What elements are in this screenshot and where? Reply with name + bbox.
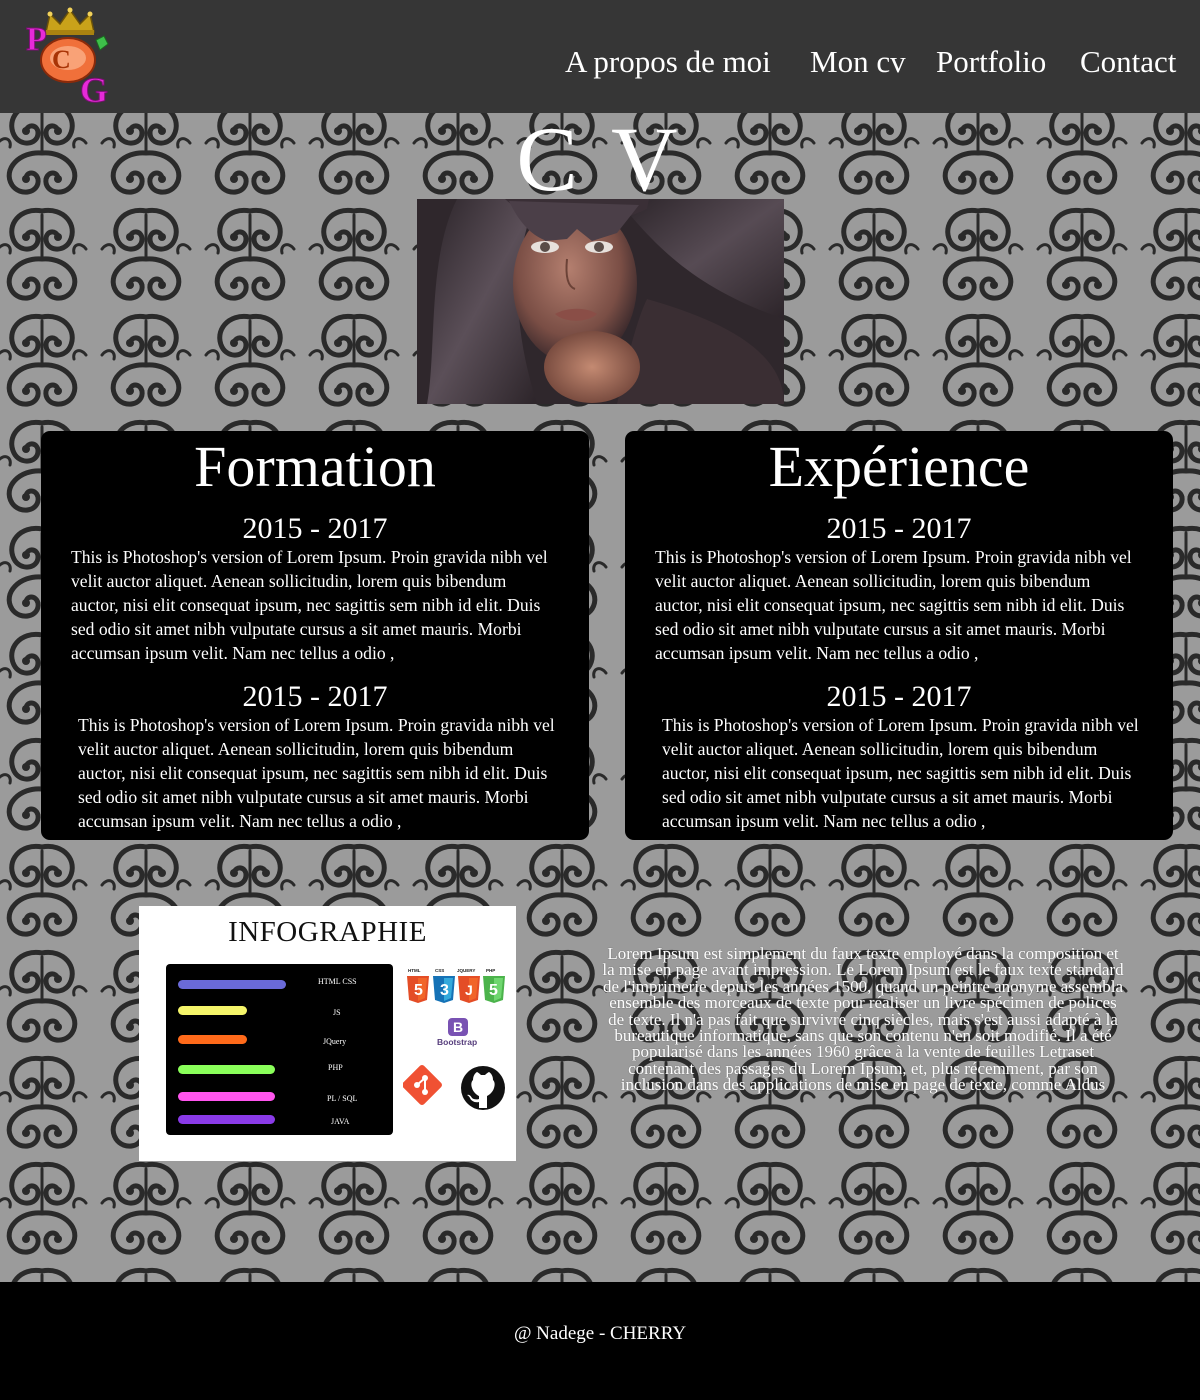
formation-title: Formation [194, 434, 436, 499]
footer: @ Nadege - CHERRY [0, 1282, 1200, 1400]
text-line: This is Photoshop's version of Lorem Ips… [78, 715, 555, 735]
skill-bar-jquery [178, 1035, 247, 1044]
main-nav: A propos de moi Mon cv Portfolio Contact [0, 0, 1200, 113]
php-icon: PHP 5 [483, 968, 505, 1003]
svg-text:J: J [465, 982, 473, 998]
text-line: This is Photoshop's version of Lorem Ips… [662, 715, 1139, 735]
text-line: This is Photoshop's version of Lorem Ips… [655, 547, 1132, 567]
text-line: This is Photoshop's version of Lorem Ips… [71, 547, 548, 567]
text-line: auctor, nisi elit consequat ipsum, nec s… [71, 595, 541, 615]
nav-link-mon-cv[interactable]: Mon cv [810, 46, 906, 77]
text-line: auctor, nisi elit consequat ipsum, nec s… [78, 763, 548, 783]
experience-entry-1-date: 2015 - 2017 [826, 512, 972, 545]
bootstrap-icon-label: Bootstrap [437, 1037, 477, 1047]
main-content: C V Formation 2015 - 2017 This is Photos… [0, 113, 1200, 1282]
bootstrap-icon: B Bootstrap [437, 1018, 477, 1047]
html5-icon: HTML 5 [407, 968, 429, 1003]
formation-entry-1-date: 2015 - 2017 [242, 512, 388, 545]
text-line: sed odio sit amet nibh vulputate cursus … [78, 787, 529, 807]
top-navigation-bar: P G C A propos de moi Mon cv Portfolio C… [0, 0, 1200, 113]
text-line: accumsan ipsum velit. Nam nec tellus a o… [655, 643, 979, 663]
skill-label-jquery: JQuery [323, 1037, 347, 1046]
experience-entry-2-text: This is Photoshop's version of Lorem Ips… [662, 713, 1162, 833]
infographie-title: INFOGRAPHIE [228, 916, 427, 948]
formation-entry-2-date: 2015 - 2017 [242, 680, 388, 713]
css3-icon: CSS 3 [433, 968, 455, 1003]
skill-bar-java [178, 1115, 275, 1124]
jquery-icon-label: JQUERY [457, 968, 475, 973]
skill-label-java: JAVA [331, 1117, 350, 1126]
git-icon [403, 1065, 442, 1105]
svg-text:5: 5 [414, 982, 423, 999]
text-line: accumsan ipsum velit. Nam nec tellus a o… [662, 811, 986, 831]
svg-text:5: 5 [489, 982, 498, 999]
nav-link-portfolio[interactable]: Portfolio [936, 46, 1046, 77]
text-line: sed odio sit amet nibh vulputate cursus … [71, 619, 522, 639]
text-line: velit auctor aliquet. Aenean sollicitudi… [71, 571, 507, 591]
formation-entry-2-text: This is Photoshop's version of Lorem Ips… [78, 713, 578, 833]
experience-entry-1-text: This is Photoshop's version of Lorem Ips… [655, 545, 1155, 665]
intro-paragraph: Lorem Ipsum est simplement du faux texte… [566, 945, 1160, 1095]
bootstrap-icon-letter: B [453, 1019, 463, 1035]
text-line: auctor, nisi elit consequat ipsum, nec s… [655, 595, 1125, 615]
html5-icon-label: HTML [408, 968, 421, 973]
formation-entry-1-text: This is Photoshop's version of Lorem Ips… [71, 545, 571, 665]
nav-link-contact[interactable]: Contact [1080, 46, 1176, 77]
skill-label-js: JS [333, 1008, 341, 1017]
css3-icon-label: CSS [435, 968, 444, 973]
text-line: velit auctor aliquet. Aenean sollicitudi… [78, 739, 514, 759]
footer-copyright: @ Nadege - CHERRY [513, 1323, 687, 1344]
text-line: auctor, nisi elit consequat ipsum, nec s… [662, 763, 1132, 783]
experience-card: Expérience 2015 - 2017 This is Photoshop… [625, 431, 1173, 840]
skills-chart: HTML CSS JS JQuery PHP PL / SQL JAVA [166, 964, 393, 1135]
skill-label-plsql: PL / SQL [327, 1094, 358, 1103]
jquery-icon: JQUERY J [457, 968, 480, 1003]
skill-bar-plsql [178, 1092, 275, 1101]
page-title: C V [516, 113, 684, 210]
skill-label-php: PHP [328, 1063, 343, 1072]
experience-title: Expérience [768, 434, 1030, 499]
text-line: sed odio sit amet nibh vulputate cursus … [655, 619, 1106, 639]
svg-text:3: 3 [440, 982, 449, 999]
infographie-panel: INFOGRAPHIE HTML CSS JS JQuery PHP PL / … [139, 906, 516, 1161]
text-line: velit auctor aliquet. Aenean sollicitudi… [662, 739, 1098, 759]
nav-link-a-propos[interactable]: A propos de moi [565, 46, 771, 77]
text-line: accumsan ipsum velit. Nam nec tellus a o… [71, 643, 395, 663]
text-line: accumsan ipsum velit. Nam nec tellus a o… [78, 811, 402, 831]
profile-photo [417, 199, 784, 404]
text-line: sed odio sit amet nibh vulputate cursus … [662, 787, 1113, 807]
skill-bar-html-css [178, 980, 286, 989]
skill-label-html-css: HTML CSS [318, 977, 357, 986]
text-line: velit auctor aliquet. Aenean sollicitudi… [655, 571, 1091, 591]
text-line: inclusion dans des applications de mise … [620, 1075, 1106, 1095]
formation-card: Formation 2015 - 2017 This is Photoshop'… [41, 431, 589, 840]
php-icon-label: PHP [486, 968, 495, 973]
github-icon [461, 1066, 505, 1110]
skill-bar-php [178, 1065, 275, 1074]
technology-icons: HTML 5 CSS 3 JQUERY J PHP 5 B Bootstrap [403, 968, 505, 1110]
skill-bar-js [178, 1006, 247, 1015]
experience-entry-2-date: 2015 - 2017 [826, 680, 972, 713]
